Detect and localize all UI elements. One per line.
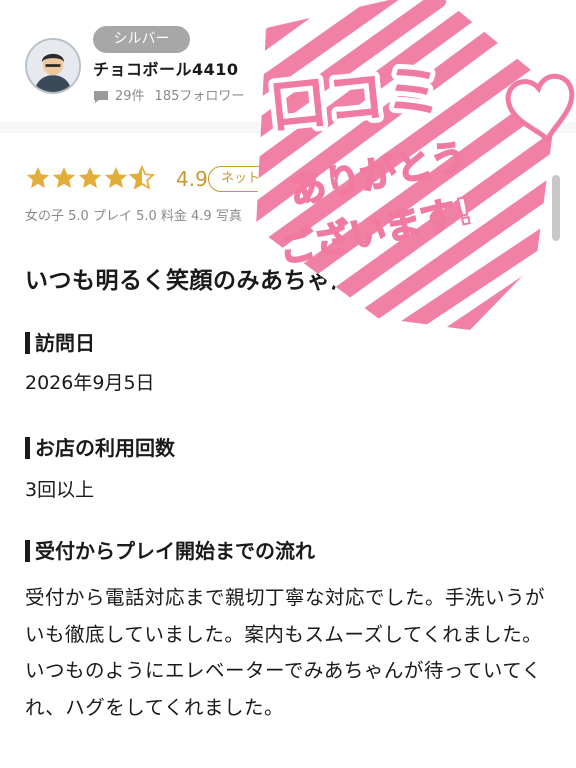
star-half-icon	[129, 165, 155, 190]
visit-date-value: 2026年9月5日	[25, 372, 155, 394]
reviewer-stats: 29件 185フォロワー	[93, 88, 244, 106]
flow-heading: 受付からプレイ開始までの流れ	[25, 537, 315, 565]
rating-score: 4.9	[176, 167, 208, 191]
username[interactable]: チョコボール4410	[93, 59, 239, 81]
thanks-stamp: 口コミ 口コミ ありがとう ございます!	[256, 0, 575, 330]
visit-date-heading: 訪問日	[25, 329, 95, 357]
visit-date-label: 訪問日	[35, 331, 95, 355]
star-rating	[25, 165, 155, 191]
heading-bar	[25, 332, 30, 354]
flow-label: 受付からプレイ開始までの流れ	[35, 539, 315, 563]
usage-count-value: 3回以上	[25, 479, 95, 501]
heading-bar	[25, 437, 30, 459]
user-avatar-icon	[27, 40, 79, 92]
avatar[interactable]	[25, 38, 81, 94]
usage-count-label: お店の利用回数	[35, 436, 175, 460]
star-full-icon	[104, 166, 128, 188]
sub-scores: 女の子 5.0 プレイ 5.0 料金 4.9 写真	[25, 209, 242, 224]
flow-text: 受付から電話対応まで親切丁寧な対応でした。手洗いうがいも徹底していました。案内も…	[25, 586, 546, 719]
review-count[interactable]: 29件	[115, 88, 145, 106]
star-full-icon	[78, 166, 102, 188]
comment-icon	[94, 91, 108, 103]
star-full-icon	[26, 166, 50, 188]
star-full-icon	[52, 166, 76, 188]
rank-badge: シルバー	[93, 26, 190, 53]
usage-count-heading: お店の利用回数	[25, 434, 175, 462]
heading-bar	[25, 540, 30, 562]
